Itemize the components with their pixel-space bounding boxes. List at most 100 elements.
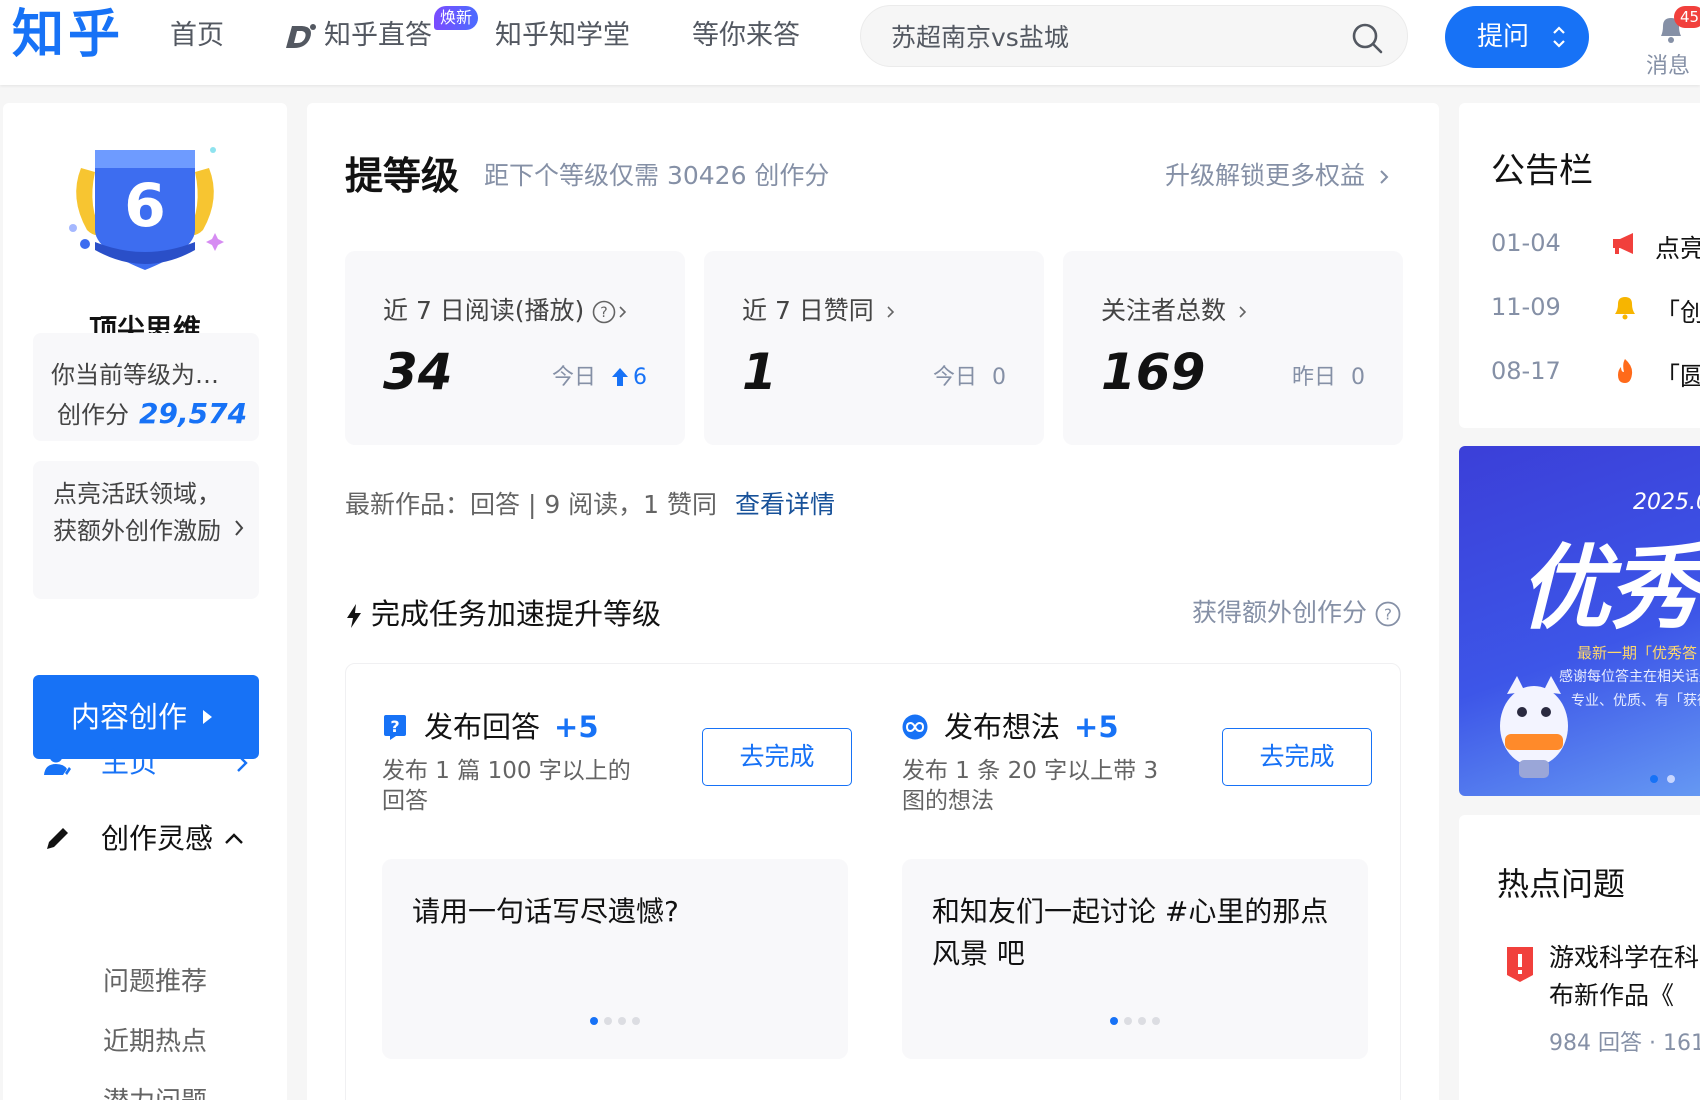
- chevron-right-icon: [619, 306, 627, 318]
- banner-line3: 专业、优质、有「获得: [1571, 693, 1700, 709]
- stat-label: 近 7 日阅读(播放)?: [383, 291, 628, 327]
- carousel-dot[interactable]: [604, 1017, 612, 1025]
- zhihu-logo[interactable]: 知乎: [12, 2, 124, 68]
- task-publish-answer: ? 发布回答 +5 发布 1 篇 100 字以上的回答 去完成: [382, 704, 852, 824]
- carousel-dots[interactable]: [382, 1017, 848, 1025]
- svg-text:?: ?: [601, 305, 608, 321]
- banner-headline: 优秀答: [1519, 535, 1700, 642]
- zhida-logo-icon: [286, 24, 316, 48]
- nav-waiting-answers[interactable]: 等你来答: [692, 18, 800, 54]
- active-domain-card[interactable]: 点亮活跃领域，获额外创作激励: [33, 461, 259, 599]
- task-name: 发布想法 +5: [944, 704, 1119, 746]
- search-icon[interactable]: [1351, 22, 1383, 54]
- sidebar-item-inspiration[interactable]: 创作灵感: [43, 819, 253, 859]
- messages-button[interactable]: 45 消息: [1644, 6, 1700, 79]
- stat-card-reads[interactable]: 近 7 日阅读(播放)? 34 今日 6: [345, 251, 685, 445]
- sidebar-sub-potential[interactable]: 潜力问题: [103, 1081, 207, 1100]
- notice-item[interactable]: 01-04 点亮「: [1491, 229, 1700, 263]
- extra-score-help[interactable]: 获得额外创作分?: [1192, 593, 1401, 629]
- score-label: 创作分: [57, 401, 129, 429]
- bell-icon: [1615, 297, 1635, 320]
- carousel-dot[interactable]: [590, 1017, 598, 1025]
- stat-label: 关注者总数: [1101, 291, 1248, 327]
- carousel-dot[interactable]: [1152, 1017, 1160, 1025]
- banner-carousel-dots[interactable]: [1649, 774, 1689, 784]
- level-shield-icon: 6: [69, 147, 224, 270]
- hot-question-link[interactable]: 游戏科学在科隆发布新作品《: [1549, 939, 1700, 1015]
- complete-idea-task-button[interactable]: 去完成: [1222, 728, 1372, 786]
- chevron-right-icon: [887, 306, 894, 318]
- active-domain-text: 点亮活跃领域，获额外创作激励: [53, 480, 221, 545]
- task-list: ? 发布回答 +5 发布 1 篇 100 字以上的回答 去完成 请用一句话写尽遗憾…: [345, 663, 1401, 1100]
- topic-text: 请用一句话写尽遗憾?: [412, 895, 679, 928]
- task-name-text: 发布回答: [424, 710, 541, 744]
- carousel-dot[interactable]: [1110, 1017, 1118, 1025]
- banner-date: 2025.06: [1633, 490, 1700, 515]
- current-level-card[interactable]: 你当前等级为… 创作分 29,574: [33, 333, 259, 441]
- help-circle-icon[interactable]: ?: [592, 300, 616, 324]
- user-icon: [44, 749, 71, 775]
- stat-today: 今日 6: [552, 359, 647, 391]
- stat-today-label: 今日: [551, 365, 596, 390]
- carousel-dot[interactable]: [1138, 1017, 1146, 1025]
- play-triangle-icon: [203, 710, 212, 724]
- svg-text:?: ?: [390, 717, 399, 736]
- hot-question-meta: 984 回答 · 161: [1549, 1031, 1700, 1056]
- stat-yesterday: 昨日 0: [1292, 359, 1365, 391]
- notice-board: 公告栏 01-04 点亮「 11-09 「创作后 08-17 「圆环挑: [1459, 103, 1700, 428]
- stat-today-label: 今日: [932, 365, 977, 390]
- notice-item[interactable]: 08-17 「圆环挑: [1491, 357, 1700, 391]
- complete-answer-task-button[interactable]: 去完成: [702, 728, 852, 786]
- arrow-up-icon: [612, 368, 628, 386]
- idea-infinity-icon: [902, 714, 928, 740]
- chevron-up-icon: [225, 833, 243, 844]
- topic-card-idea[interactable]: 和知友们一起讨论 #心里的那点风景 吧: [902, 859, 1368, 1059]
- nav-zhixuetang[interactable]: 知乎知学堂: [495, 18, 630, 54]
- view-details-link[interactable]: 查看详情: [735, 490, 835, 519]
- chevron-updown-icon: [1553, 26, 1565, 48]
- banner-line1: 最新一期「优秀答: [1577, 644, 1698, 662]
- task-name-text: 发布想法: [944, 710, 1061, 744]
- fire-icon: [1618, 359, 1633, 383]
- sidebar-sub-question-recommend[interactable]: 问题推荐: [103, 961, 207, 998]
- ask-button[interactable]: 提问: [1445, 6, 1589, 68]
- question-badge-icon: ?: [384, 715, 406, 740]
- latest-work-line: 最新作品：回答 | 9 阅读，1 赞同 查看详情: [345, 485, 835, 521]
- help-circle-icon: ?: [1375, 601, 1401, 627]
- page-title: 提等级: [345, 154, 460, 198]
- nav-zhida[interactable]: 知乎直答: [324, 18, 432, 54]
- stat-card-followers[interactable]: 关注者总数 169 昨日 0: [1063, 251, 1403, 445]
- latest-work-text: 最新作品：回答 | 9 阅读，1 赞同: [345, 490, 718, 519]
- sidebar-item-home-label: 主页: [101, 746, 158, 779]
- current-level-text: 你当前等级为…: [51, 361, 219, 389]
- carousel-dots[interactable]: [902, 1017, 1368, 1025]
- carousel-dot[interactable]: [632, 1017, 640, 1025]
- stat-label-text: 近 7 日赞同: [742, 296, 874, 325]
- carousel-dot[interactable]: [1124, 1017, 1132, 1025]
- search-input[interactable]: [891, 18, 1321, 56]
- featured-banner[interactable]: 2025.06 优秀答 最新一期「优秀答 感谢每位答主在相关话题 专业、优质、有…: [1459, 446, 1700, 796]
- creator-sidebar: 6 顶尖思维 你当前等级为… 创作分 29,574 点亮活跃领域，获额外创作激励 …: [3, 103, 287, 1100]
- sidebar-sub-recent-hot[interactable]: 近期热点: [103, 1021, 207, 1058]
- unlock-benefits-label: 升级解锁更多权益: [1164, 161, 1365, 190]
- nav-home[interactable]: 首页: [170, 18, 224, 54]
- unlock-benefits-link[interactable]: 升级解锁更多权益: [1165, 156, 1389, 192]
- task-desc: 发布 1 条 20 字以上带 3 图的想法: [902, 758, 1159, 814]
- hot-questions-title: 热点问题: [1497, 865, 1626, 903]
- notice-text: 「圆环挑: [1655, 362, 1700, 391]
- stat-card-likes[interactable]: 近 7 日赞同 1 今日 0: [704, 251, 1044, 445]
- task-section-title: 完成任务加速提升等级: [345, 591, 661, 633]
- topic-text: 和知友们一起讨论 #心里的那点风景 吧: [932, 895, 1329, 970]
- notice-title: 公告栏: [1491, 151, 1593, 191]
- level-subtitle: 距下个等级仅需 30426 创作分: [484, 161, 830, 190]
- task-name: 发布回答 +5: [424, 704, 599, 746]
- level-number: 6: [124, 171, 166, 241]
- megaphone-icon: [1613, 233, 1633, 254]
- new-badge: 焕新: [434, 6, 479, 30]
- task-section-title-text: 完成任务加速提升等级: [371, 597, 662, 631]
- topic-card-answer[interactable]: 请用一句话写尽遗憾?: [382, 859, 848, 1059]
- chevron-right-icon: [237, 754, 248, 772]
- carousel-dot[interactable]: [618, 1017, 626, 1025]
- notice-item[interactable]: 11-09 「创作后: [1491, 293, 1700, 327]
- sidebar-item-home[interactable]: 主页: [43, 743, 253, 783]
